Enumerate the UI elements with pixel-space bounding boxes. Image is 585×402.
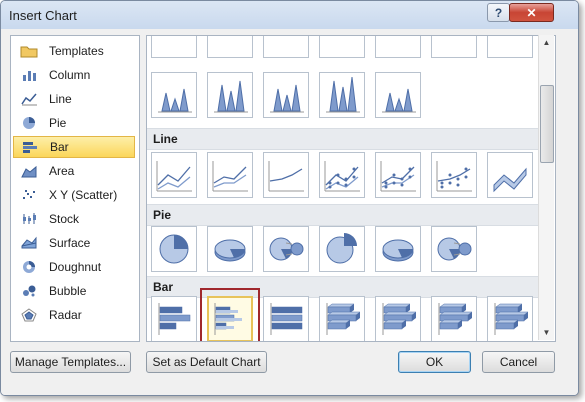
- category-item-pie[interactable]: Pie: [13, 112, 135, 134]
- category-label: Stock: [49, 212, 80, 226]
- section-title-line: Line: [153, 132, 178, 146]
- insert-chart-dialog: Insert Chart ? ✕ Templates Column Line Pie B…: [0, 0, 579, 396]
- column-chart-tile-4[interactable]: [319, 36, 365, 58]
- column-chart-tile-5[interactable]: [375, 36, 421, 58]
- manage-templates-label: Manage Templates...: [14, 355, 127, 369]
- column-chart-tile-2[interactable]: [207, 36, 253, 58]
- column-cone-chart-tile-1[interactable]: [151, 72, 197, 118]
- section-title-bar: Bar: [153, 280, 174, 294]
- category-label: Surface: [49, 236, 91, 250]
- column-chart-tile-1[interactable]: [151, 36, 197, 58]
- cancel-label: Cancel: [499, 355, 538, 369]
- ok-button[interactable]: OK: [398, 351, 471, 373]
- help-button[interactable]: ?: [487, 3, 510, 22]
- category-item-line[interactable]: Line: [13, 88, 135, 110]
- column-cone-chart-tile-2[interactable]: [207, 72, 253, 118]
- scroll-thumb[interactable]: [540, 85, 554, 163]
- pie-chart-icon: [19, 115, 39, 131]
- bar-chart-tile-2[interactable]: [207, 296, 253, 341]
- pie-chart-tile-6[interactable]: [431, 226, 477, 272]
- line-chart-tile-3[interactable]: [263, 152, 309, 198]
- folder-icon: [19, 43, 39, 59]
- line-chart-tile-5[interactable]: [375, 152, 421, 198]
- category-item-area[interactable]: Area: [13, 160, 135, 182]
- category-label: Bar: [50, 140, 69, 154]
- column-chart-icon: [19, 67, 39, 83]
- line-chart-icon: [19, 91, 39, 107]
- set-default-chart-label: Set as Default Chart: [152, 355, 261, 369]
- column-chart-tile-7[interactable]: [487, 36, 533, 58]
- radar-chart-icon: [19, 307, 39, 323]
- chart-type-gallery: Line Pie Bar: [146, 35, 556, 342]
- section-header-pie: Pie: [147, 204, 539, 226]
- ok-label: OK: [425, 355, 444, 369]
- category-item-radar[interactable]: Radar: [13, 304, 135, 326]
- category-item-templates[interactable]: Templates: [13, 40, 135, 62]
- scatter-chart-icon: [19, 187, 39, 203]
- category-item-doughnut[interactable]: Doughnut: [13, 256, 135, 278]
- section-title-pie: Pie: [153, 208, 172, 222]
- line-chart-tile-7[interactable]: [487, 152, 533, 198]
- category-label: X Y (Scatter): [49, 188, 118, 202]
- category-label: Templates: [49, 44, 104, 58]
- manage-templates-button[interactable]: Manage Templates...: [10, 351, 131, 373]
- bar-chart-tile-7[interactable]: [487, 296, 533, 341]
- scroll-down-icon[interactable]: ▼: [539, 325, 554, 340]
- category-label: Pie: [49, 116, 67, 130]
- category-label: Radar: [49, 308, 82, 322]
- cancel-button[interactable]: Cancel: [482, 351, 555, 373]
- bubble-chart-icon: [19, 283, 39, 299]
- column-chart-tile-3[interactable]: [263, 36, 309, 58]
- category-item-bubble[interactable]: Bubble: [13, 280, 135, 302]
- set-default-chart-button[interactable]: Set as Default Chart: [146, 351, 267, 373]
- section-header-line: Line: [147, 128, 539, 150]
- line-chart-tile-1[interactable]: [151, 152, 197, 198]
- help-icon: ?: [494, 5, 503, 20]
- category-item-stock[interactable]: Stock: [13, 208, 135, 230]
- column-cone-chart-tile-5[interactable]: [375, 72, 421, 118]
- category-item-bar[interactable]: Bar: [13, 136, 135, 158]
- pie-chart-tile-5[interactable]: [375, 226, 421, 272]
- close-icon: ✕: [526, 5, 537, 20]
- bar-chart-tile-4[interactable]: [319, 296, 365, 341]
- surface-chart-icon: [19, 235, 39, 251]
- bar-chart-tile-3[interactable]: [263, 296, 309, 341]
- category-label: Doughnut: [49, 260, 102, 274]
- title-bar: Insert Chart ? ✕: [1, 1, 578, 30]
- pie-chart-tile-3[interactable]: [263, 226, 309, 272]
- pie-chart-tile-2[interactable]: [207, 226, 253, 272]
- category-item-x-y-scatter[interactable]: X Y (Scatter): [13, 184, 135, 206]
- column-cone-chart-tile-3[interactable]: [263, 72, 309, 118]
- doughnut-chart-icon: [19, 259, 39, 275]
- section-header-bar: Bar: [147, 276, 539, 298]
- chart-category-list: Templates Column Line Pie Bar Area X Y (Scatte…: [10, 35, 140, 342]
- bar-chart-tile-6[interactable]: [431, 296, 477, 341]
- category-label: Bubble: [49, 284, 87, 298]
- bar-chart-tile-1[interactable]: [151, 296, 197, 341]
- bar-chart-icon: [20, 139, 40, 155]
- column-chart-tile-6[interactable]: [431, 36, 477, 58]
- area-chart-icon: [19, 163, 39, 179]
- category-label: Line: [49, 92, 72, 106]
- category-item-surface[interactable]: Surface: [13, 232, 135, 254]
- close-button[interactable]: ✕: [509, 3, 554, 22]
- line-chart-tile-2[interactable]: [207, 152, 253, 198]
- bar-chart-tile-5[interactable]: [375, 296, 421, 341]
- dialog-content: Templates Column Line Pie Bar Area X Y (Scatte…: [1, 29, 578, 395]
- gallery-scrollbar[interactable]: ▲ ▼: [538, 35, 554, 340]
- dialog-title: Insert Chart: [9, 8, 77, 23]
- category-label: Area: [49, 164, 75, 178]
- line-chart-tile-4[interactable]: [319, 152, 365, 198]
- column-cone-chart-tile-4[interactable]: [319, 72, 365, 118]
- line-chart-tile-6[interactable]: [431, 152, 477, 198]
- scroll-up-icon[interactable]: ▲: [539, 35, 554, 50]
- category-item-column[interactable]: Column: [13, 64, 135, 86]
- category-label: Column: [49, 68, 91, 82]
- pie-chart-tile-4[interactable]: [319, 226, 365, 272]
- pie-chart-tile-1[interactable]: [151, 226, 197, 272]
- stock-chart-icon: [19, 211, 39, 227]
